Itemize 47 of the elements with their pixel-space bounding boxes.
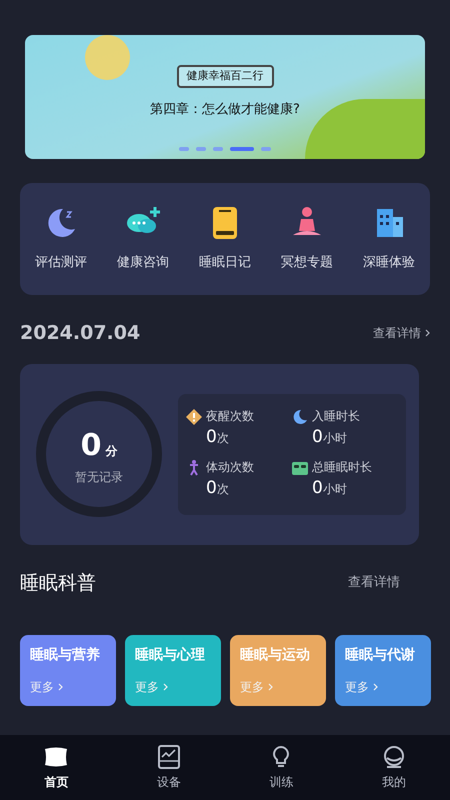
chevron-right-icon — [163, 683, 168, 691]
score-note: 暂无记录 — [75, 468, 123, 486]
view-details-link[interactable]: 查看详情 — [348, 573, 400, 592]
topic-title: 睡眠与营养 — [30, 646, 101, 665]
chevron-right-icon — [58, 683, 63, 691]
user-icon — [382, 744, 406, 768]
running-person-icon — [188, 460, 200, 476]
menu-item[interactable]: 冥想专题 — [281, 253, 333, 273]
score-unit: 分 — [105, 442, 118, 460]
menu-item[interactable]: 评估测评 — [35, 253, 87, 273]
menu-item[interactable]: 健康咨询 — [117, 253, 169, 273]
banner-tag: 健康幸福百二行 — [176, 65, 274, 88]
stat-value: 0 — [206, 426, 217, 448]
chart-screen-icon — [156, 744, 181, 768]
moon-icon — [292, 408, 308, 424]
stat-unit: 次 — [216, 481, 229, 498]
banner-illustration[interactable]: 健康幸福百二行 第四章：怎么做才能健康? — [25, 35, 425, 159]
section-title: 睡眠科普 — [20, 570, 96, 596]
warning-icon — [186, 408, 202, 424]
sun-drawing — [85, 35, 130, 80]
stat-label: 入睡时长 — [312, 408, 360, 424]
stat-label: 总睡眠时长 — [312, 459, 372, 476]
stat-label: 体动次数 — [206, 459, 254, 476]
date-heading: 2024.07.04 — [20, 321, 140, 346]
stat-value: 0 — [312, 426, 323, 448]
score-value: 0 — [80, 426, 102, 464]
bed-icon — [292, 460, 308, 476]
stat-unit: 次 — [216, 430, 229, 446]
topic-title: 睡眠与心理 — [135, 646, 206, 665]
banner-title: 第四章：怎么做才能健康? — [150, 100, 300, 118]
tab-item[interactable]: 训练 — [251, 744, 312, 790]
tab-item[interactable]: 设备 — [138, 744, 199, 790]
stat-value: 0 — [206, 477, 217, 500]
tab-item[interactable]: 首页 — [26, 744, 86, 790]
menu-item[interactable]: 深睡体验 — [363, 253, 415, 273]
topic-title: 睡眠与代谢 — [345, 646, 416, 665]
chevron-right-icon — [373, 683, 378, 691]
chevron-right-icon — [268, 683, 273, 691]
tab-item[interactable]: 我的 — [364, 744, 424, 790]
stat-unit: 小时 — [322, 430, 347, 446]
stat-unit: 小时 — [322, 481, 347, 498]
stat-value: 0 — [312, 477, 323, 500]
chevron-right-icon — [425, 329, 430, 338]
menu-item[interactable]: 睡眠日记 — [199, 253, 251, 273]
topic-title: 睡眠与运动 — [240, 646, 311, 665]
view-details-link[interactable]: 查看详情 — [373, 324, 421, 342]
stat-label: 夜醒次数 — [206, 408, 254, 424]
